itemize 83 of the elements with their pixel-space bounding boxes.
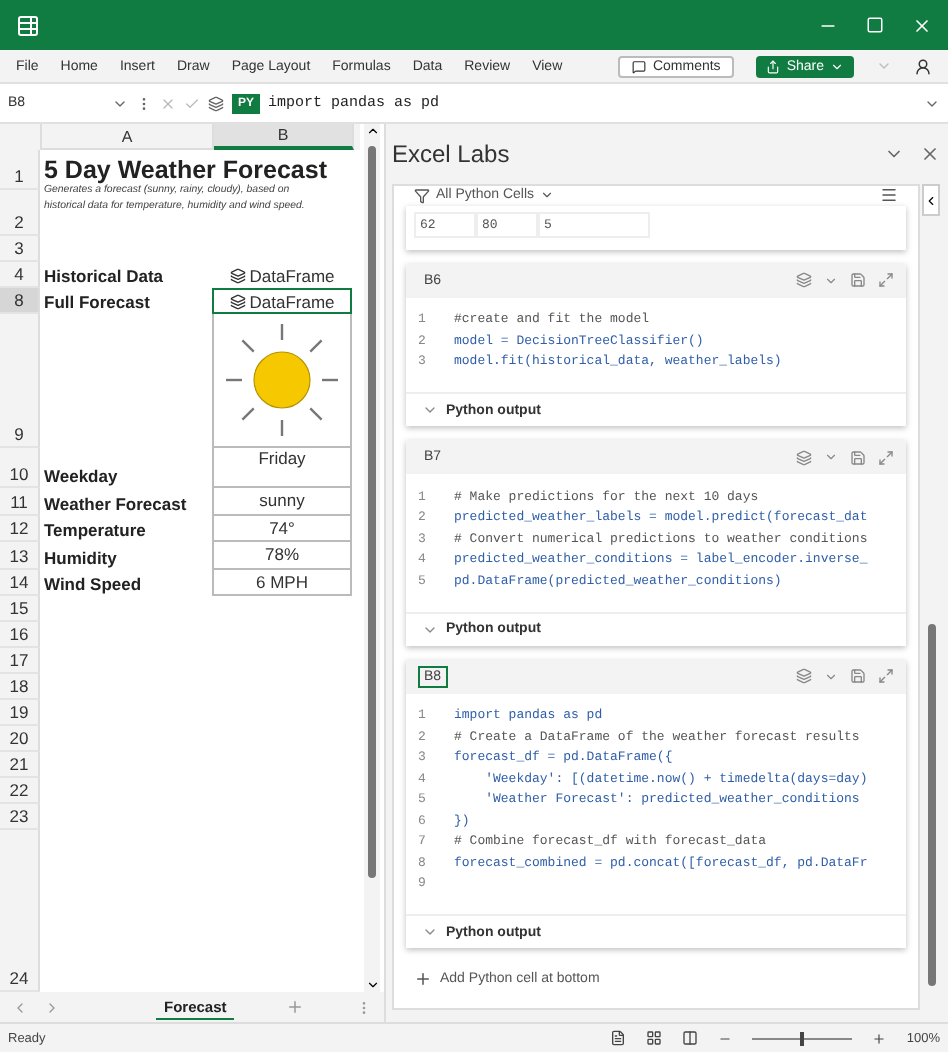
next-sheet-icon[interactable] [44,999,60,1015]
expand-icon[interactable] [878,449,894,465]
close-icon[interactable] [912,15,932,35]
caret-icon [830,59,844,73]
row-number[interactable]: 19 [0,700,40,726]
row-number[interactable]: 11 [0,488,40,515]
check-icon[interactable] [184,95,200,111]
previous-sheet-icon[interactable] [12,999,28,1015]
cell-text: Friday [258,448,306,468]
layers-icon[interactable] [796,668,812,684]
row-number[interactable]: 24 [0,830,40,992]
caret-icon[interactable] [824,669,838,683]
spreadsheet-app-icon [16,13,40,37]
row-number[interactable]: 15 [0,596,40,622]
row-number[interactable]: 18 [0,674,40,700]
scrollbar-thumb[interactable] [927,624,935,986]
zoom-in-icon[interactable] [872,1031,887,1045]
save-icon[interactable] [850,668,866,684]
sun-image [222,320,342,440]
row-number[interactable]: 1 [0,150,40,190]
person-icon[interactable] [914,57,932,75]
row-number[interactable]: 14 [0,569,40,596]
save-icon[interactable] [850,272,866,288]
filter-icon[interactable] [414,187,430,204]
chevron-icon [422,924,438,940]
row-number[interactable]: 3 [0,236,40,262]
row-number[interactable]: 23 [0,804,40,830]
cell-text: 78% [264,544,299,565]
scroll-down-icon[interactable] [365,978,379,992]
row-number[interactable]: 12 [0,515,40,542]
share-icon [766,59,781,73]
scrollbar-thumb[interactable] [368,146,376,878]
row-number[interactable]: 9 [0,314,40,448]
page-layout-icon[interactable] [646,1030,663,1046]
layers-icon [229,293,246,309]
sheet-title: 5 Day Weather Forecast [44,156,327,184]
layers-icon[interactable] [208,95,224,111]
row-number[interactable]: 20 [0,726,40,752]
expand-icon[interactable] [878,668,894,684]
layers-icon[interactable] [796,449,812,465]
layers-icon[interactable] [796,272,812,288]
plus-icon [414,970,432,988]
cell-text: 6 MPH [256,571,308,592]
menu-icon[interactable] [880,186,898,205]
add-sheet-icon[interactable] [286,998,305,1016]
expand-icon[interactable] [878,272,894,288]
cell-text: 74° [269,517,295,538]
cancel-icon[interactable] [160,95,176,111]
collapse-button[interactable] [922,184,940,216]
save-icon[interactable] [850,449,866,465]
caret-icon[interactable] [824,273,838,287]
comment-icon [632,59,647,73]
row-number[interactable]: 21 [0,752,40,778]
row-number[interactable]: 2 [0,190,40,236]
cell-text: Temperature [44,520,146,540]
cell-text: Full Forecast [44,292,150,312]
close-icon[interactable] [920,144,940,164]
caret-icon[interactable] [540,188,555,203]
python-cell-value[interactable]: DataFrame [229,265,335,285]
chevron-icon [422,402,438,418]
cell-text: Weather Forecast [44,493,187,513]
cell-text: Historical Data [44,266,164,286]
cell-text: Wind Speed [44,574,142,594]
row-number[interactable]: 13 [0,542,40,569]
chevron-icon [924,193,938,207]
scroll-up-icon[interactable] [365,124,379,138]
panel-title: Excel Labs [392,140,510,168]
cell-text: sunny [259,490,305,511]
zoom-thumb[interactable] [800,1031,805,1045]
page-break-icon[interactable] [682,1030,699,1046]
row-number[interactable]: 17 [0,648,40,674]
cell-text: Humidity [44,547,117,567]
column-header[interactable]: B [214,124,354,150]
caret-icon[interactable] [824,450,838,464]
row-number[interactable]: 16 [0,622,40,648]
row-number[interactable]: 4 [0,262,40,288]
maximize-icon[interactable] [866,16,884,34]
cell-text: Weekday [44,466,118,486]
layers-icon [229,267,246,283]
row-number[interactable]: 8 [0,288,40,314]
row-number[interactable]: 22 [0,778,40,804]
normal-view-icon[interactable] [610,1030,627,1046]
row-number[interactable]: 10 [0,448,40,488]
